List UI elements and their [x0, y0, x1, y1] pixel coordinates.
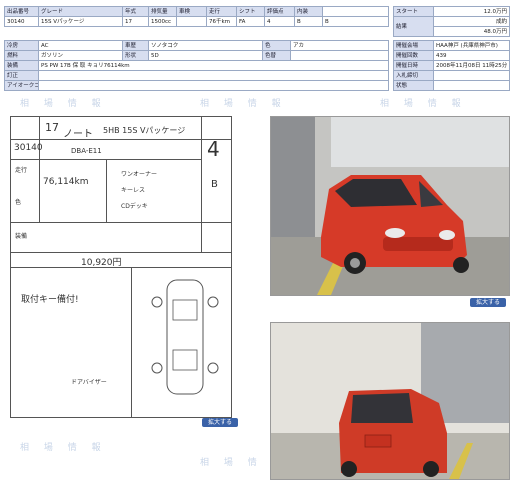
sheet-note1: ワンオーナー — [121, 171, 158, 178]
sheet-grade: 5HB 15S Vパッケージ — [103, 126, 186, 135]
cc-value: 1500cc — [148, 16, 177, 27]
mileage-value: 76千km — [206, 16, 237, 27]
order-label: 入札締切 — [393, 70, 434, 81]
status-label: 状態 — [393, 80, 434, 91]
shift-label: シフト — [236, 6, 265, 17]
result-price: 48.0万円 — [433, 26, 510, 37]
sheet-score: 4 — [207, 137, 220, 161]
sheet-recycle: 10,920円 — [81, 258, 122, 268]
type-label: 車検 — [176, 6, 207, 17]
history-value: ソノタコク — [148, 40, 263, 51]
interior-value: B — [294, 16, 323, 27]
lot-label: 出品番号 — [4, 6, 39, 17]
shape-label: 形状 — [122, 50, 149, 61]
color-change-value — [290, 50, 389, 61]
spec-table-2: 冷房 AC 車歴 ソノタコク 色 アカ 燃料 ガソリン 形状 5D 色替 装備 … — [4, 40, 389, 91]
shift-value: FA — [236, 16, 265, 27]
car-diagram — [151, 279, 219, 395]
correction-value — [38, 70, 389, 81]
result-table: スタート 12.0万円 結果 成約 48.0万円 — [393, 6, 510, 37]
year-label: 年式 — [122, 6, 149, 17]
date-value: 2008年11月08日 11時25分 — [433, 60, 510, 71]
ac-label: 冷房 — [4, 40, 39, 51]
venue-label: 開催会場 — [393, 40, 434, 51]
enlarge-button[interactable]: 拡大する — [202, 418, 238, 427]
sheet-maker: ノート — [63, 129, 93, 140]
venue-value: HAA神戸 (兵庫県神戸市) — [433, 40, 510, 51]
count-value: 439 — [433, 50, 510, 61]
equip-value: PS PW 17B 保 取 キョリ76114km — [38, 60, 389, 71]
sheet-equip-label: 装備 — [15, 233, 28, 240]
car-front-photo[interactable] — [270, 116, 510, 296]
order-value — [433, 70, 510, 81]
sheet-note2: キーレス — [121, 187, 146, 194]
fuel-value: ガソリン — [38, 50, 123, 61]
sheet-model-code: DBA-E11 — [71, 147, 102, 155]
count-label: 開催回数 — [393, 50, 434, 61]
grade-label: グレード — [38, 6, 123, 17]
watermark: 相 場 情 報 — [380, 99, 467, 109]
mileage-label: 走行 — [206, 6, 237, 17]
sheet-footer: ドアバイザー — [71, 379, 107, 386]
watermark: 相 場 情 報 — [20, 443, 107, 453]
equip-label: 装備 — [4, 60, 39, 71]
result-table-2: 開催会場 HAA神戸 (兵庫県神戸市) 開催回数 439 開催日時 2008年1… — [393, 40, 510, 91]
status-value — [433, 80, 510, 91]
type-value — [176, 16, 207, 27]
sheet-interior: B — [211, 179, 218, 190]
score-value: 4 — [264, 16, 295, 27]
date-label: 開催日時 — [393, 60, 434, 71]
result-status: 成約 — [433, 16, 510, 27]
shape-value: 5D — [148, 50, 263, 61]
sheet-mileage-label: 走行 — [15, 167, 28, 174]
comment-value — [38, 80, 389, 91]
history-label: 車歴 — [122, 40, 149, 51]
start-label: スタート — [393, 6, 434, 17]
grade-value: 15S Vパッケージ — [38, 16, 123, 27]
fuel-label: 燃料 — [4, 50, 39, 61]
color-value: アカ — [290, 40, 389, 51]
sheet-note3: CDデッキ — [121, 203, 148, 210]
spacer — [322, 6, 389, 17]
watermark: 相 場 情 報 — [20, 99, 107, 109]
lot-value: 30140 — [4, 16, 39, 27]
comment-label: アイオークコメント — [4, 80, 39, 91]
start-value: 12.0万円 — [433, 6, 510, 17]
cc-label: 排気量 — [148, 6, 177, 17]
car-rear-image — [271, 323, 509, 479]
year-value: 17 — [122, 16, 149, 27]
spec-table: 出品番号 グレード 年式 排気量 車検 走行 シフト 評価点 内装 30140 … — [4, 6, 389, 27]
exterior-value: B — [322, 16, 389, 27]
correction-label: 訂正 — [4, 70, 39, 81]
color-label: 色 — [262, 40, 291, 51]
car-front-image — [271, 117, 509, 295]
score-label: 評価点 — [264, 6, 295, 17]
sheet-comment: 取付キー備付! — [21, 295, 79, 305]
sheet-year: 17 — [45, 121, 59, 134]
interior-label: 内装 — [294, 6, 323, 17]
color-change-label: 色替 — [262, 50, 291, 61]
sheet-color-label: 色 — [15, 199, 22, 206]
car-rear-photo[interactable] — [270, 322, 510, 480]
ac-value: AC — [38, 40, 123, 51]
auction-sheet-image[interactable]: 30140 17 ノート 5HB 15S Vパッケージ 4 DBA-E11 走行… — [10, 116, 232, 418]
sheet-lot: 30140 — [14, 143, 43, 153]
watermark: 相 場 情 報 — [200, 99, 287, 109]
enlarge-button[interactable]: 拡大する — [470, 298, 506, 307]
sheet-km: 76,114km — [43, 177, 89, 187]
result-label: 結果 — [393, 16, 434, 37]
